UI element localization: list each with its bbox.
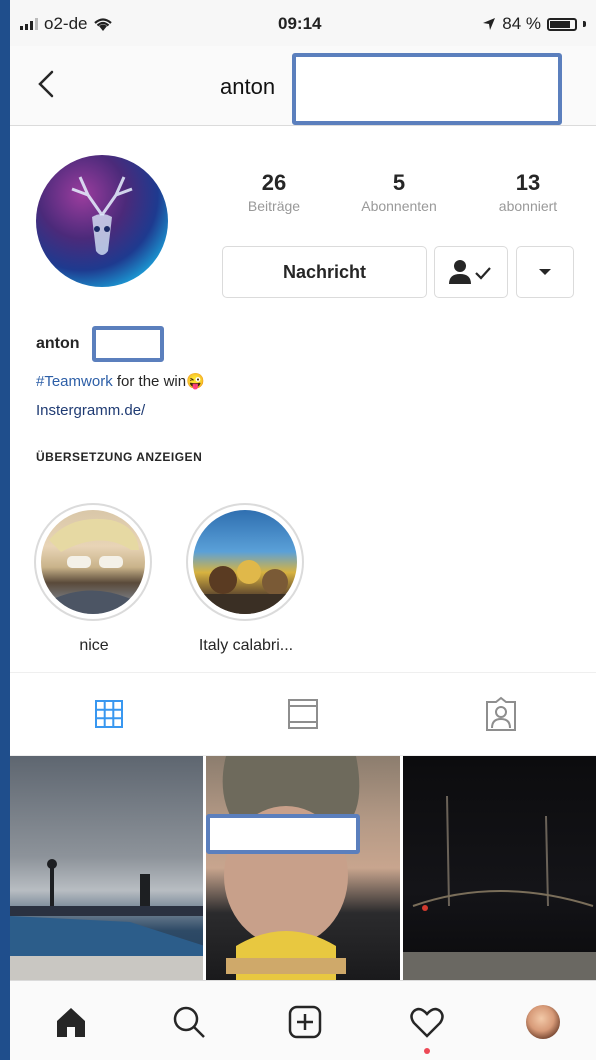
tab-grid[interactable]: [86, 691, 132, 737]
back-chevron-icon[interactable]: [32, 64, 62, 104]
nav-home[interactable]: [48, 999, 94, 1045]
person-check-icon: [449, 260, 491, 284]
suggestions-dropdown-button[interactable]: [516, 246, 574, 298]
following-stat[interactable]: 13 abonniert: [480, 170, 576, 214]
add-icon: [288, 1005, 322, 1039]
redaction-box: [92, 326, 164, 362]
profile-name: anton: [36, 335, 80, 352]
website-link[interactable]: Instergramm.de/: [36, 402, 145, 419]
highlight-label: nice: [79, 637, 109, 654]
photo-thumbnail[interactable]: [206, 756, 400, 980]
following-count: 13: [515, 170, 541, 195]
tagged-icon: [486, 696, 516, 731]
bottom-nav: [10, 980, 596, 1060]
location-icon: [483, 18, 496, 30]
followers-stat[interactable]: 5 Abonnenten: [336, 170, 462, 214]
nav-bar: anton: [10, 46, 596, 126]
app-screen: o2-de 09:14 84 % anton 26 Beiträge 5 Abo…: [10, 0, 596, 1060]
grid-icon: [95, 700, 123, 728]
clock: 09:14: [278, 14, 322, 33]
status-bar: o2-de 09:14 84 %: [10, 0, 596, 46]
carrier-label: o2-de: [44, 14, 88, 33]
profile-tab-bar: [10, 672, 596, 756]
photo-thumbnail[interactable]: [10, 756, 204, 980]
photo-thumbnail[interactable]: [402, 756, 596, 980]
nav-search[interactable]: [166, 999, 212, 1045]
notification-dot: [424, 1048, 430, 1054]
highlight-item[interactable]: Italy calabri...: [186, 503, 306, 655]
redaction-box: [292, 53, 562, 125]
tab-feed[interactable]: [280, 691, 326, 737]
wifi-icon: [94, 17, 113, 31]
nav-add[interactable]: [282, 999, 328, 1045]
search-icon: [173, 1006, 205, 1038]
posts-label: Beiträge: [247, 198, 301, 214]
redaction-box: [206, 814, 360, 854]
tab-tagged[interactable]: [478, 691, 524, 737]
message-button[interactable]: Nachricht: [222, 246, 427, 298]
translate-button[interactable]: ÜBERSETZUNG ANZEIGEN: [36, 450, 202, 464]
battery-percent: 84 %: [502, 14, 541, 33]
hashtag-link[interactable]: #Teamwork: [36, 373, 113, 390]
home-icon: [57, 1008, 85, 1037]
photo-grid: [10, 756, 596, 980]
signal-icon: [20, 18, 38, 30]
heart-icon: [410, 1007, 444, 1038]
page-title: anton: [220, 74, 276, 99]
bio-text: #Teamwork for the win😜: [36, 372, 205, 390]
nav-activity[interactable]: [404, 999, 450, 1045]
followers-label: Abonnenten: [361, 198, 437, 214]
deer-art-icon: [71, 176, 133, 255]
bio-emoji: 😜: [186, 373, 205, 390]
profile-avatar: [526, 1005, 560, 1039]
highlight-cover-image: [193, 510, 297, 614]
posts-stat[interactable]: 26 Beiträge: [238, 170, 310, 214]
highlight-label: Italy calabri...: [198, 637, 294, 654]
feed-icon: [288, 699, 318, 729]
profile-avatar[interactable]: [36, 155, 168, 287]
highlight-item[interactable]: nice: [34, 503, 154, 655]
following-button[interactable]: [434, 246, 508, 298]
followers-count: 5: [392, 170, 406, 195]
posts-count: 26: [261, 170, 287, 195]
battery-icon: [547, 17, 577, 31]
caret-down-icon: [539, 269, 551, 275]
nav-profile[interactable]: [520, 999, 566, 1045]
highlight-cover-image: [41, 510, 145, 614]
following-label: abonniert: [498, 198, 558, 214]
bio-line-text: for the win: [112, 373, 187, 390]
